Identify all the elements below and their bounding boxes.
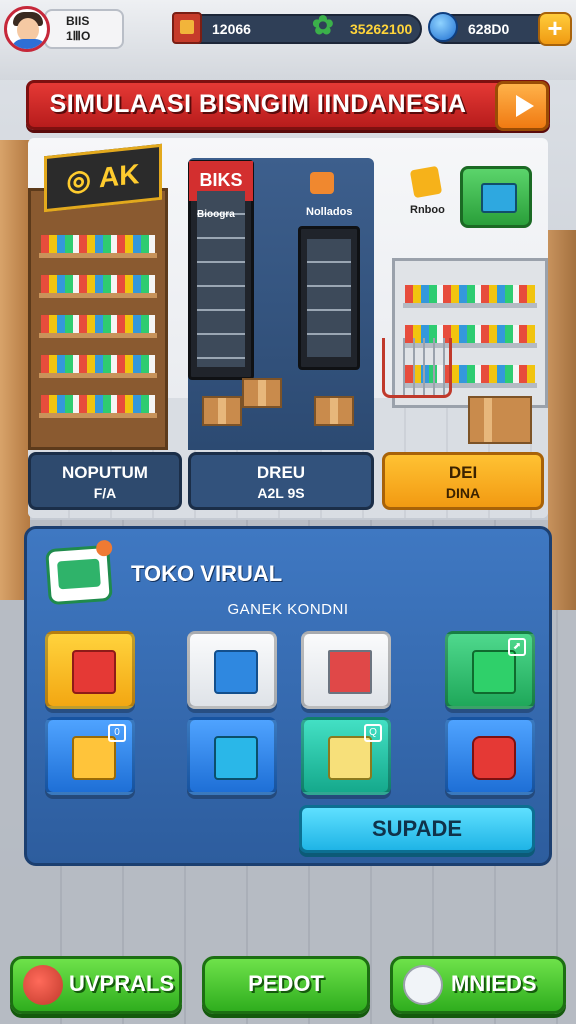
open-box-icon — [328, 736, 372, 780]
corner-label: Rnboo — [410, 204, 445, 216]
bag-icon — [310, 172, 334, 194]
category-title: DEI — [448, 463, 478, 482]
nav-label: MNIEDS — [451, 971, 537, 996]
cardboard-box — [314, 396, 354, 426]
category-dreu[interactable]: DREU A2L 9S — [188, 452, 374, 510]
fridge2-label: Nollados — [306, 206, 353, 218]
shop-icon — [45, 544, 113, 606]
gem-icon — [428, 12, 458, 42]
category-sub: A2L 9S — [257, 485, 305, 501]
leaf-icon: ✿ — [312, 10, 334, 40]
update-button[interactable]: SUPADE — [299, 805, 535, 853]
cardboard-box — [468, 396, 532, 444]
title-banner: SIMULAASI BISNGIM IINDANESIA — [26, 80, 550, 131]
cart-icon — [328, 650, 372, 694]
corner-badge-icon: Q — [364, 724, 382, 742]
shopping-cart[interactable] — [382, 338, 452, 398]
blue-bin-icon — [214, 650, 258, 694]
item-tile-red-box[interactable] — [445, 717, 535, 795]
fridge-label: Bioogra — [197, 209, 235, 220]
nav-products-button[interactable]: PEDOT — [202, 956, 370, 1014]
drink-fridge-red[interactable]: BIKS Bioogra — [188, 160, 254, 380]
item-tile-green-crate[interactable]: ⬈ — [445, 631, 535, 709]
player-name: BIIS — [66, 14, 90, 28]
panel-title: TOKO VIRUAL — [131, 561, 283, 586]
category-noputum[interactable]: NOPUTUM F/A — [28, 452, 182, 510]
player-card[interactable]: BIIS 1ⅢO — [44, 9, 124, 49]
left-shelf[interactable] — [28, 188, 168, 450]
top-hud: BIIS 1ⅢO 12066 ✿ 35262100 628D0 + — [0, 4, 576, 52]
item-tile-blue-bin[interactable] — [187, 631, 277, 709]
corner-badge-icon: 0 — [108, 724, 126, 742]
red-bag-icon — [72, 650, 116, 694]
gem-count: 628D0 — [468, 21, 510, 37]
crate-count: 12066 — [212, 21, 251, 37]
shopping-bag-icon — [72, 736, 116, 780]
crate-icon — [172, 12, 202, 44]
category-dei[interactable]: DEI DINA — [382, 452, 544, 510]
item-tile-box[interactable]: Q — [301, 717, 391, 795]
corner-badge-icon: ⬈ — [508, 638, 526, 656]
money-icon — [403, 965, 443, 1005]
item-tile-red-bag[interactable] — [45, 631, 135, 709]
red-box-icon — [472, 736, 516, 780]
cardboard-box — [202, 396, 242, 426]
basket-icon — [409, 165, 443, 199]
player-avatar[interactable] — [4, 6, 50, 52]
item-tile-cart[interactable] — [301, 631, 391, 709]
right-shelf-background — [548, 230, 576, 610]
panel-subtitle: GANEK KONDNI — [227, 601, 349, 618]
item-tile-basket[interactable] — [187, 717, 277, 795]
nav-money-button[interactable]: MNIEDS — [390, 956, 566, 1014]
add-gems-button[interactable]: + — [538, 12, 572, 46]
shop-sign-text: AK — [98, 158, 140, 194]
play-arrow-button[interactable] — [495, 81, 549, 131]
leaf-count: 35262100 — [350, 21, 413, 37]
nav-label: UVPRALS — [69, 971, 175, 996]
virtual-shop-panel: TOKO VIRUAL GANEK KONDNI ⬈ 0 Q SUPADE — [24, 526, 552, 866]
category-title: NOPUTUM — [62, 463, 148, 482]
category-sub: F/A — [93, 485, 117, 501]
category-sub: DINA — [445, 485, 481, 501]
category-title: DREU — [256, 463, 306, 482]
drink-fridge-blue[interactable] — [298, 226, 360, 370]
strawberry-icon — [23, 965, 63, 1005]
green-crate-icon — [472, 650, 516, 694]
player-level: 1ⅢO — [66, 29, 91, 43]
resource-bar: 12066 ✿ 35262100 — [172, 10, 422, 44]
gem-bar: 628D0 + — [428, 12, 572, 46]
nav-upgrades-button[interactable]: UVPRALS — [10, 956, 182, 1014]
item-tile-shopping-bags[interactable]: 0 — [45, 717, 135, 795]
cardboard-box — [242, 378, 282, 408]
nav-label: PEDOT — [248, 971, 324, 996]
basket-icon — [214, 736, 258, 780]
game-title: SIMULAASI BISNGIM IINDANESIA — [49, 90, 467, 118]
storage-box-button[interactable] — [460, 166, 532, 228]
